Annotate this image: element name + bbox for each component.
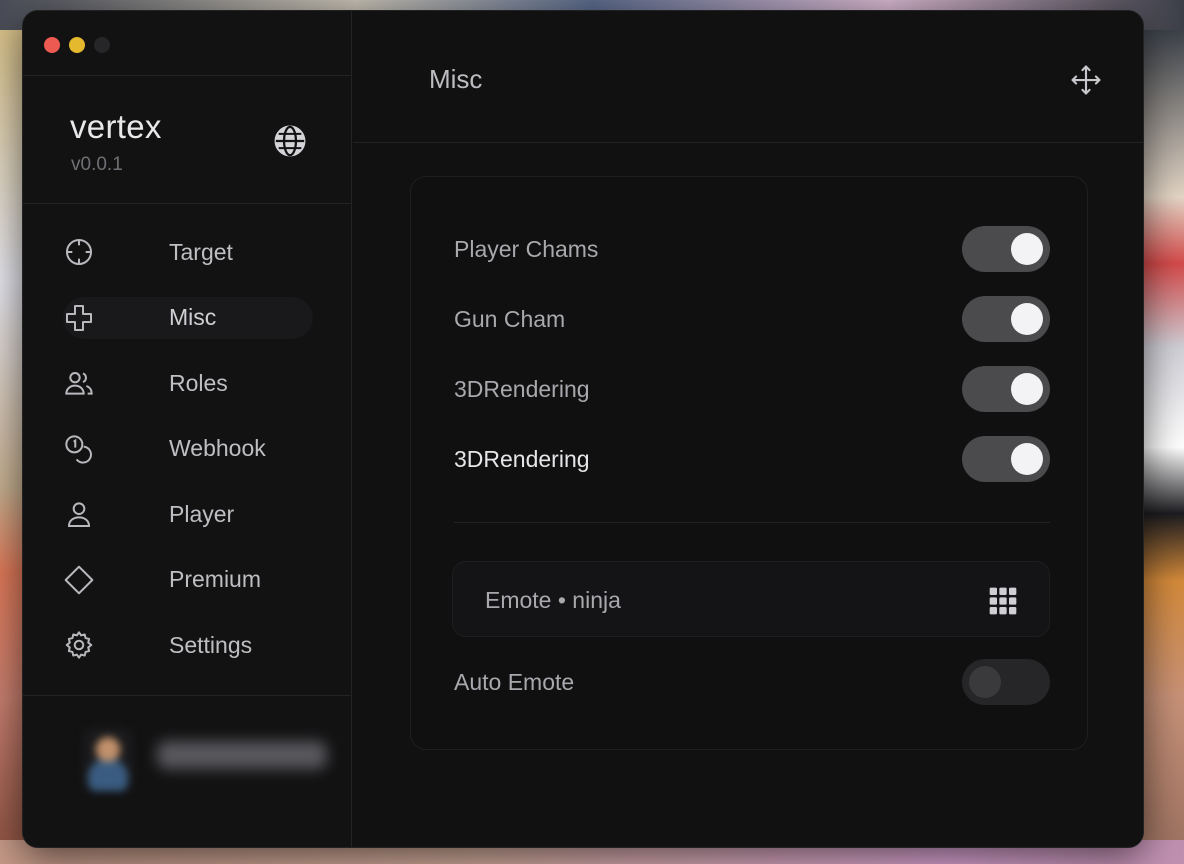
brand-version: v0.0.1 <box>71 154 123 175</box>
sidebar-item-label: Premium <box>169 566 262 592</box>
close-button[interactable] <box>44 37 60 53</box>
avatar <box>83 727 133 791</box>
brand-name: vertex <box>70 108 162 145</box>
sidebar-item-label: Player <box>169 500 235 527</box>
toggle-label: Player Chams <box>454 235 599 262</box>
sidebar-item-premium[interactable]: Premium <box>63 559 313 601</box>
diamond-icon <box>64 565 94 594</box>
toggle-label: 3DRendering <box>454 375 590 402</box>
toggle-label: Gun Cham <box>454 305 566 332</box>
sidebar-item-label: Misc <box>169 304 217 330</box>
auto-emote-toggle[interactable] <box>962 659 1050 705</box>
3drendering-toggle[interactable] <box>962 366 1050 412</box>
toggle-row-auto-emote: Auto Emote <box>454 659 1050 705</box>
globe-icon[interactable] <box>273 124 307 158</box>
sidebar-item-webhook[interactable]: Webhook <box>63 428 313 470</box>
zoom-button[interactable] <box>94 37 110 53</box>
gear-icon <box>65 631 93 659</box>
sidebar-nav: Target Misc Roles Webhook Player Premium… <box>63 231 313 690</box>
emote-select-value: Emote • ninja <box>485 587 621 613</box>
card-divider <box>454 522 1050 523</box>
toggle-knob <box>1011 233 1043 265</box>
toggle-knob <box>1011 443 1043 475</box>
sidebar-item-label: Settings <box>169 631 253 658</box>
toggle-row-player-chams: Player Chams <box>454 226 1050 272</box>
divider <box>23 203 352 204</box>
sidebar-item-label: Target <box>169 238 233 265</box>
3drendering-toggle-2[interactable] <box>962 436 1050 482</box>
grid-icon <box>989 587 1017 615</box>
username-redacted <box>157 741 327 769</box>
divider <box>23 695 352 696</box>
toggle-row-gun-cham: Gun Cham <box>454 296 1050 342</box>
app-window: vertex v0.0.1 Target Misc Roles Webhook … <box>22 10 1144 848</box>
sidebar: vertex v0.0.1 Target Misc Roles Webhook … <box>23 11 352 847</box>
minimize-button[interactable] <box>69 37 85 53</box>
sidebar-item-target[interactable]: Target <box>63 231 313 273</box>
page-title: Misc <box>429 64 483 94</box>
toggle-knob <box>969 666 1001 698</box>
user-icon <box>67 502 91 527</box>
toggle-row-3drendering: 3DRendering <box>454 366 1050 412</box>
toggle-row-3drendering-2: 3DRendering <box>454 436 1050 482</box>
user-profile[interactable] <box>83 717 343 797</box>
divider <box>23 75 352 76</box>
move-icon[interactable] <box>1069 63 1103 97</box>
sidebar-item-roles[interactable]: Roles <box>63 362 313 404</box>
header-divider <box>353 142 1143 143</box>
sidebar-item-label: Roles <box>169 369 228 396</box>
sidebar-item-settings[interactable]: Settings <box>63 624 313 666</box>
emote-select[interactable]: Emote • ninja <box>452 561 1050 637</box>
player-chams-toggle[interactable] <box>962 226 1050 272</box>
settings-card: Player Chams Gun Cham 3DRendering 3DRend… <box>410 176 1088 750</box>
main-panel: Misc Player Chams Gun Cham 3DRendering 3… <box>353 11 1143 847</box>
sidebar-item-player[interactable]: Player <box>63 493 313 535</box>
plus-icon <box>66 304 92 331</box>
coins-icon <box>65 434 92 464</box>
window-controls <box>44 37 110 53</box>
sidebar-item-label: Webhook <box>169 435 266 461</box>
toggle-knob <box>1011 373 1043 405</box>
toggle-label: Auto Emote <box>454 668 575 695</box>
crosshair-icon <box>66 239 92 265</box>
toggle-label: 3DRendering <box>454 445 590 472</box>
gun-cham-toggle[interactable] <box>962 296 1050 342</box>
sidebar-item-misc[interactable]: Misc <box>63 296 313 339</box>
toggle-knob <box>1011 303 1043 335</box>
users-icon <box>65 372 93 395</box>
